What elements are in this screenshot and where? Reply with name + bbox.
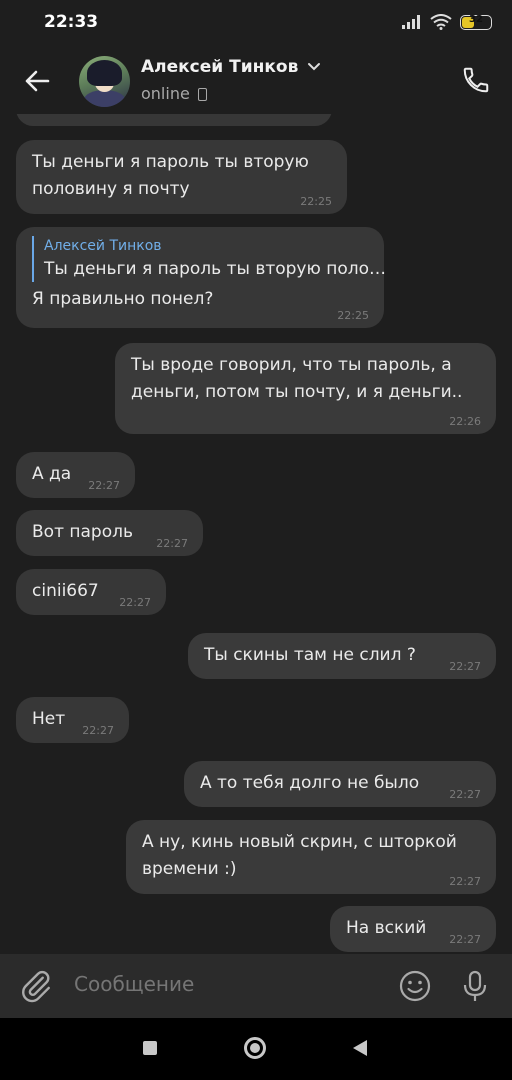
- status-bar: 22:33 32: [0, 0, 512, 46]
- message-time: 22:27: [449, 875, 481, 888]
- message-bubble-partial[interactable]: [16, 114, 332, 126]
- microphone-icon: [463, 970, 487, 1001]
- message-time: 22:27: [119, 596, 151, 609]
- message-time: 22:27: [82, 724, 114, 737]
- avatar[interactable]: [79, 56, 130, 107]
- message-bubble-incoming[interactable]: Ты деньги я пароль ты вторую половину я …: [16, 140, 347, 214]
- call-button[interactable]: [458, 62, 494, 98]
- mobile-device-icon: [198, 88, 207, 101]
- message-time: 22:27: [88, 479, 120, 492]
- message-time: 22:27: [449, 788, 481, 801]
- message-text: Я правильно понел?: [32, 289, 214, 309]
- message-text: Ты скины там не слил ?: [204, 645, 416, 665]
- message-composer: [0, 954, 512, 1018]
- message-input[interactable]: [74, 972, 374, 996]
- message-text: Ты вроде говорил, что ты пароль, а деньг…: [131, 355, 463, 402]
- message-time: 22:27: [156, 537, 188, 550]
- message-time: 22:26: [449, 415, 481, 428]
- battery-level: 32: [469, 13, 483, 25]
- reply-text: Ты деньги я пароль ты вторую поло…: [44, 259, 386, 279]
- message-bubble-incoming[interactable]: Вот пароль 22:27: [16, 510, 203, 556]
- message-list[interactable]: Ты деньги я пароль ты вторую половину я …: [0, 114, 512, 954]
- message-bubble-outgoing[interactable]: А ну, кинь новый скрин, с шторкой времен…: [126, 820, 496, 894]
- home-icon[interactable]: [244, 1037, 266, 1059]
- message-text: А то тебя долго не было: [200, 773, 420, 793]
- message-bubble-incoming-reply[interactable]: Алексей Тинков Ты деньги я пароль ты вто…: [16, 227, 386, 328]
- message-bubble-incoming[interactable]: cinii667 22:27: [16, 569, 166, 615]
- status-time: 22:33: [44, 12, 99, 32]
- message-bubble-outgoing[interactable]: На вский 22:27: [330, 906, 496, 952]
- status-icons: 32: [402, 14, 492, 30]
- phone-icon: [463, 67, 489, 93]
- smiley-icon: [399, 970, 431, 1002]
- system-nav-bar: [0, 1018, 512, 1080]
- arrow-left-icon: [25, 70, 50, 92]
- message-bubble-incoming[interactable]: А да 22:27: [16, 452, 135, 498]
- battery-icon: 32: [460, 13, 492, 30]
- chevron-down-icon[interactable]: [307, 61, 321, 71]
- paperclip-icon: [22, 970, 50, 1003]
- message-bubble-outgoing[interactable]: Ты вроде говорил, что ты пароль, а деньг…: [115, 343, 496, 434]
- contact-name[interactable]: Алексей Тинков: [141, 57, 298, 77]
- message-bubble-outgoing[interactable]: Ты скины там не слил ? 22:27: [188, 633, 496, 679]
- chat-header: Алексей Тинков online: [0, 46, 512, 114]
- message-bubble-incoming[interactable]: Нет 22:27: [16, 697, 129, 743]
- attach-button[interactable]: [18, 968, 54, 1004]
- recents-icon[interactable]: [143, 1041, 157, 1055]
- nav-back-icon[interactable]: [353, 1040, 367, 1056]
- message-text: А ну, кинь новый скрин, с шторкой времен…: [142, 832, 457, 879]
- message-text: Ты деньги я пароль ты вторую половину я …: [32, 152, 309, 199]
- reply-author: Алексей Тинков: [44, 238, 162, 254]
- message-time: 22:27: [449, 933, 481, 946]
- signal-icon: [402, 15, 420, 29]
- message-time: 22:25: [337, 309, 369, 322]
- message-bubble-outgoing[interactable]: А то тебя долго не было 22:27: [184, 761, 496, 807]
- contact-status: online: [141, 84, 190, 103]
- back-button[interactable]: [20, 64, 54, 98]
- message-time: 22:27: [449, 660, 481, 673]
- emoji-button[interactable]: [397, 968, 433, 1004]
- wifi-icon: [430, 14, 452, 30]
- reply-quote[interactable]: Алексей Тинков Ты деньги я пароль ты вто…: [32, 236, 386, 282]
- message-time: 22:25: [300, 195, 332, 208]
- microphone-button[interactable]: [457, 968, 493, 1004]
